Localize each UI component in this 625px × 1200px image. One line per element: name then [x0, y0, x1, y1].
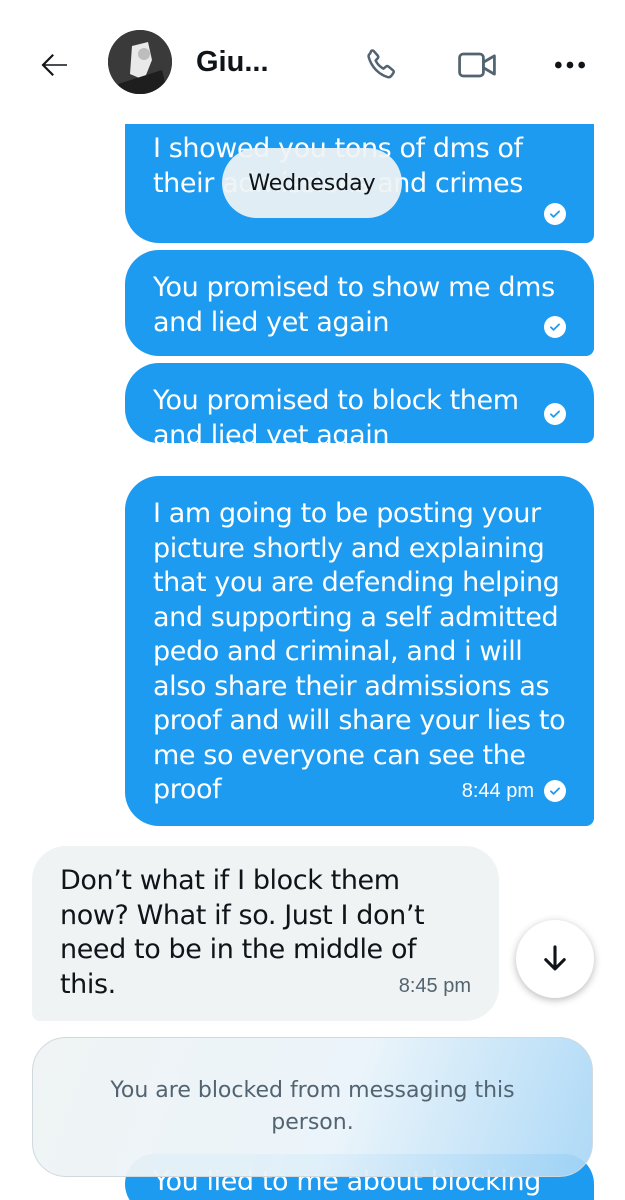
read-check-icon: [544, 316, 566, 338]
phone-icon: [367, 49, 395, 79]
message-bubble-outgoing[interactable]: You promised to block them and lied yet …: [125, 363, 594, 451]
message-text: You promised to block them and lied yet …: [153, 385, 519, 451]
conversation-header: Giu...: [0, 0, 625, 124]
call-button[interactable]: [356, 40, 406, 90]
more-horizontal-icon: [555, 61, 585, 69]
read-check-icon: [544, 779, 566, 802]
read-check-icon: [544, 403, 566, 425]
back-button[interactable]: [30, 40, 80, 90]
message-bubble-outgoing[interactable]: You promised to show me dms and lied yet…: [125, 250, 594, 356]
video-call-button[interactable]: [452, 40, 502, 90]
avatar[interactable]: [108, 30, 172, 94]
contact-name[interactable]: Giu...: [196, 46, 269, 79]
message-meta: [544, 403, 566, 425]
arrow-left-icon: [41, 54, 67, 76]
blocked-notice-text: You are blocked from messaging this pers…: [110, 1078, 515, 1135]
more-options-button[interactable]: [545, 40, 595, 90]
scroll-to-bottom-button[interactable]: [516, 920, 594, 998]
message-meta: [544, 316, 566, 338]
message-meta: 8:45 pm: [399, 969, 471, 1004]
arrow-down-icon: [544, 945, 566, 971]
read-check-icon: [544, 203, 566, 225]
message-meta: 8:44 pm: [462, 774, 566, 809]
message-bubble-incoming[interactable]: Don’t what if I block them now? What if …: [32, 846, 499, 1021]
message-text: You promised to show me dms and lied yet…: [153, 272, 555, 338]
message-text: I am going to be posting your picture sh…: [153, 498, 566, 805]
message-meta: [544, 203, 566, 225]
date-separator: Wednesday: [222, 148, 402, 218]
message-time: 8:45 pm: [398, 974, 471, 997]
blocked-notice: You are blocked from messaging this pers…: [32, 1037, 593, 1177]
message-time: 8:44 pm: [461, 779, 534, 802]
video-camera-icon: [458, 52, 496, 78]
message-bubble-outgoing[interactable]: I am going to be posting your picture sh…: [125, 476, 594, 826]
